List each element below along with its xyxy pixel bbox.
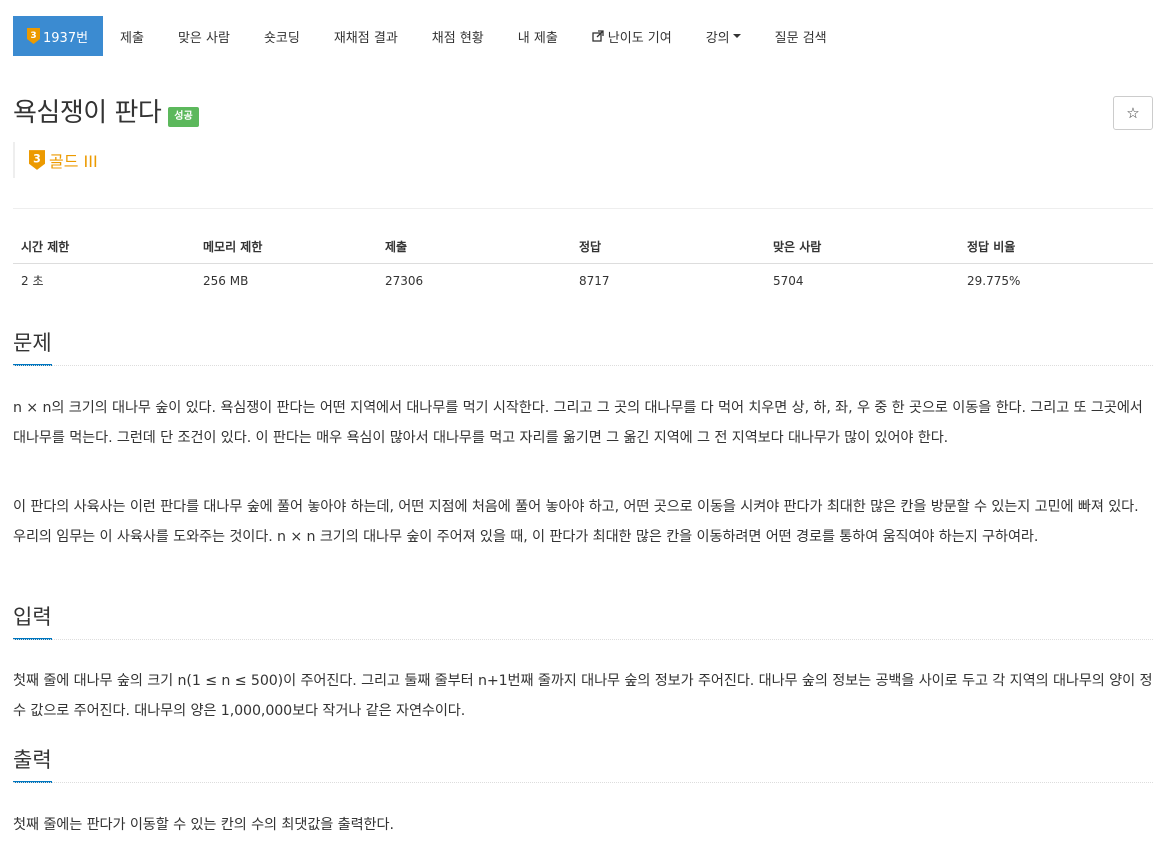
- gold-tier-icon: 3: [29, 150, 45, 170]
- gold-tier-icon: 3: [27, 28, 40, 44]
- table-row: 2 초 256 MB 27306 8717 5704 29.775%: [13, 263, 1153, 298]
- nav-difficulty[interactable]: 난이도 기여: [575, 16, 689, 56]
- header-accuracy: 정답 비율: [959, 230, 1153, 264]
- input-paragraph: 첫째 줄에 대나무 숲의 크기 n(1 ≤ n ≤ 500)이 주어진다. 그리…: [13, 673, 1153, 719]
- problem-info-table: 시간 제한 메모리 제한 제출 정답 맞은 사람 정답 비율 2 초 256 M…: [13, 230, 1153, 298]
- output-section-header: 출력: [13, 745, 1153, 783]
- input-section-header: 입력: [13, 602, 1153, 640]
- description-paragraph-2: 이 판다의 사육사는 이런 판다를 대나무 숲에 풀어 놓아야 하는데, 어떤 …: [13, 499, 1139, 545]
- favorite-star-button[interactable]: ☆: [1113, 96, 1153, 130]
- nav-problem-number-label: 1937번: [43, 30, 89, 46]
- time-limit-value: 2 초: [21, 274, 44, 289]
- header-accepted: 정답: [571, 230, 765, 264]
- description-section-header: 문제: [13, 328, 1153, 366]
- input-title: 입력: [13, 602, 52, 640]
- solved-users-value: 5704: [773, 273, 804, 288]
- nav-rejudge[interactable]: 재채점 결과: [317, 16, 415, 56]
- section-divider: [13, 639, 1153, 640]
- nav-difficulty-label: 난이도 기여: [607, 30, 672, 46]
- description-paragraph-1: n × n의 크기의 대나무 숲이 있다. 욕심쟁이 판다는 어떤 지역에서 대…: [13, 400, 1143, 446]
- table-header-row: 시간 제한 메모리 제한 제출 정답 맞은 사람 정답 비율: [13, 230, 1153, 264]
- nav-qna[interactable]: 질문 검색: [758, 16, 844, 56]
- accepted-value: 8717: [579, 273, 610, 288]
- header-memory-limit: 메모리 제한: [195, 230, 377, 264]
- nav-judge-status[interactable]: 채점 현황: [415, 16, 501, 56]
- header-submissions: 제출: [377, 230, 571, 264]
- header-time-limit: 시간 제한: [13, 230, 195, 264]
- nav-badge-level: 3: [30, 31, 36, 41]
- header-solved-users: 맞은 사람: [765, 230, 959, 264]
- nav-problem-number[interactable]: 3 1937번: [13, 16, 104, 56]
- nav-lecture-label: 강의: [705, 30, 730, 46]
- caret-down-icon: [732, 34, 741, 38]
- problem-nav: 3 1937번 제출 맞은 사람 숏코딩 재채점 결과 채점 현황 내 제출 난…: [13, 16, 844, 56]
- nav-submit[interactable]: 제출: [103, 16, 161, 56]
- tier-name: 골드 III: [49, 152, 98, 171]
- page-title: 욕심쟁이 판다: [13, 98, 162, 128]
- submissions-value: 27306: [385, 273, 424, 288]
- divider: [13, 208, 1153, 209]
- output-title: 출력: [13, 745, 52, 783]
- external-link-icon: [592, 30, 604, 42]
- nav-my-submissions[interactable]: 내 제출: [501, 16, 575, 56]
- nav-lecture[interactable]: 강의: [689, 16, 758, 56]
- tier-level: 3: [33, 152, 41, 165]
- description-title: 문제: [13, 328, 52, 366]
- accuracy-value: 29.775%: [967, 273, 1021, 288]
- memory-limit-value: 256 MB: [203, 273, 249, 288]
- output-paragraph: 첫째 줄에는 판다가 이동할 수 있는 칸의 수의 최댓값을 출력한다.: [13, 817, 394, 833]
- problem-tier: 3 골드 III: [13, 142, 98, 178]
- status-badge: 성공: [168, 107, 199, 127]
- title-row: 욕심쟁이 판다 성공: [13, 96, 199, 130]
- nav-solved-users[interactable]: 맞은 사람: [161, 16, 247, 56]
- nav-shortest[interactable]: 숏코딩: [247, 16, 317, 56]
- star-icon: ☆: [1126, 104, 1140, 122]
- section-divider: [13, 782, 1153, 783]
- section-divider: [13, 365, 1153, 366]
